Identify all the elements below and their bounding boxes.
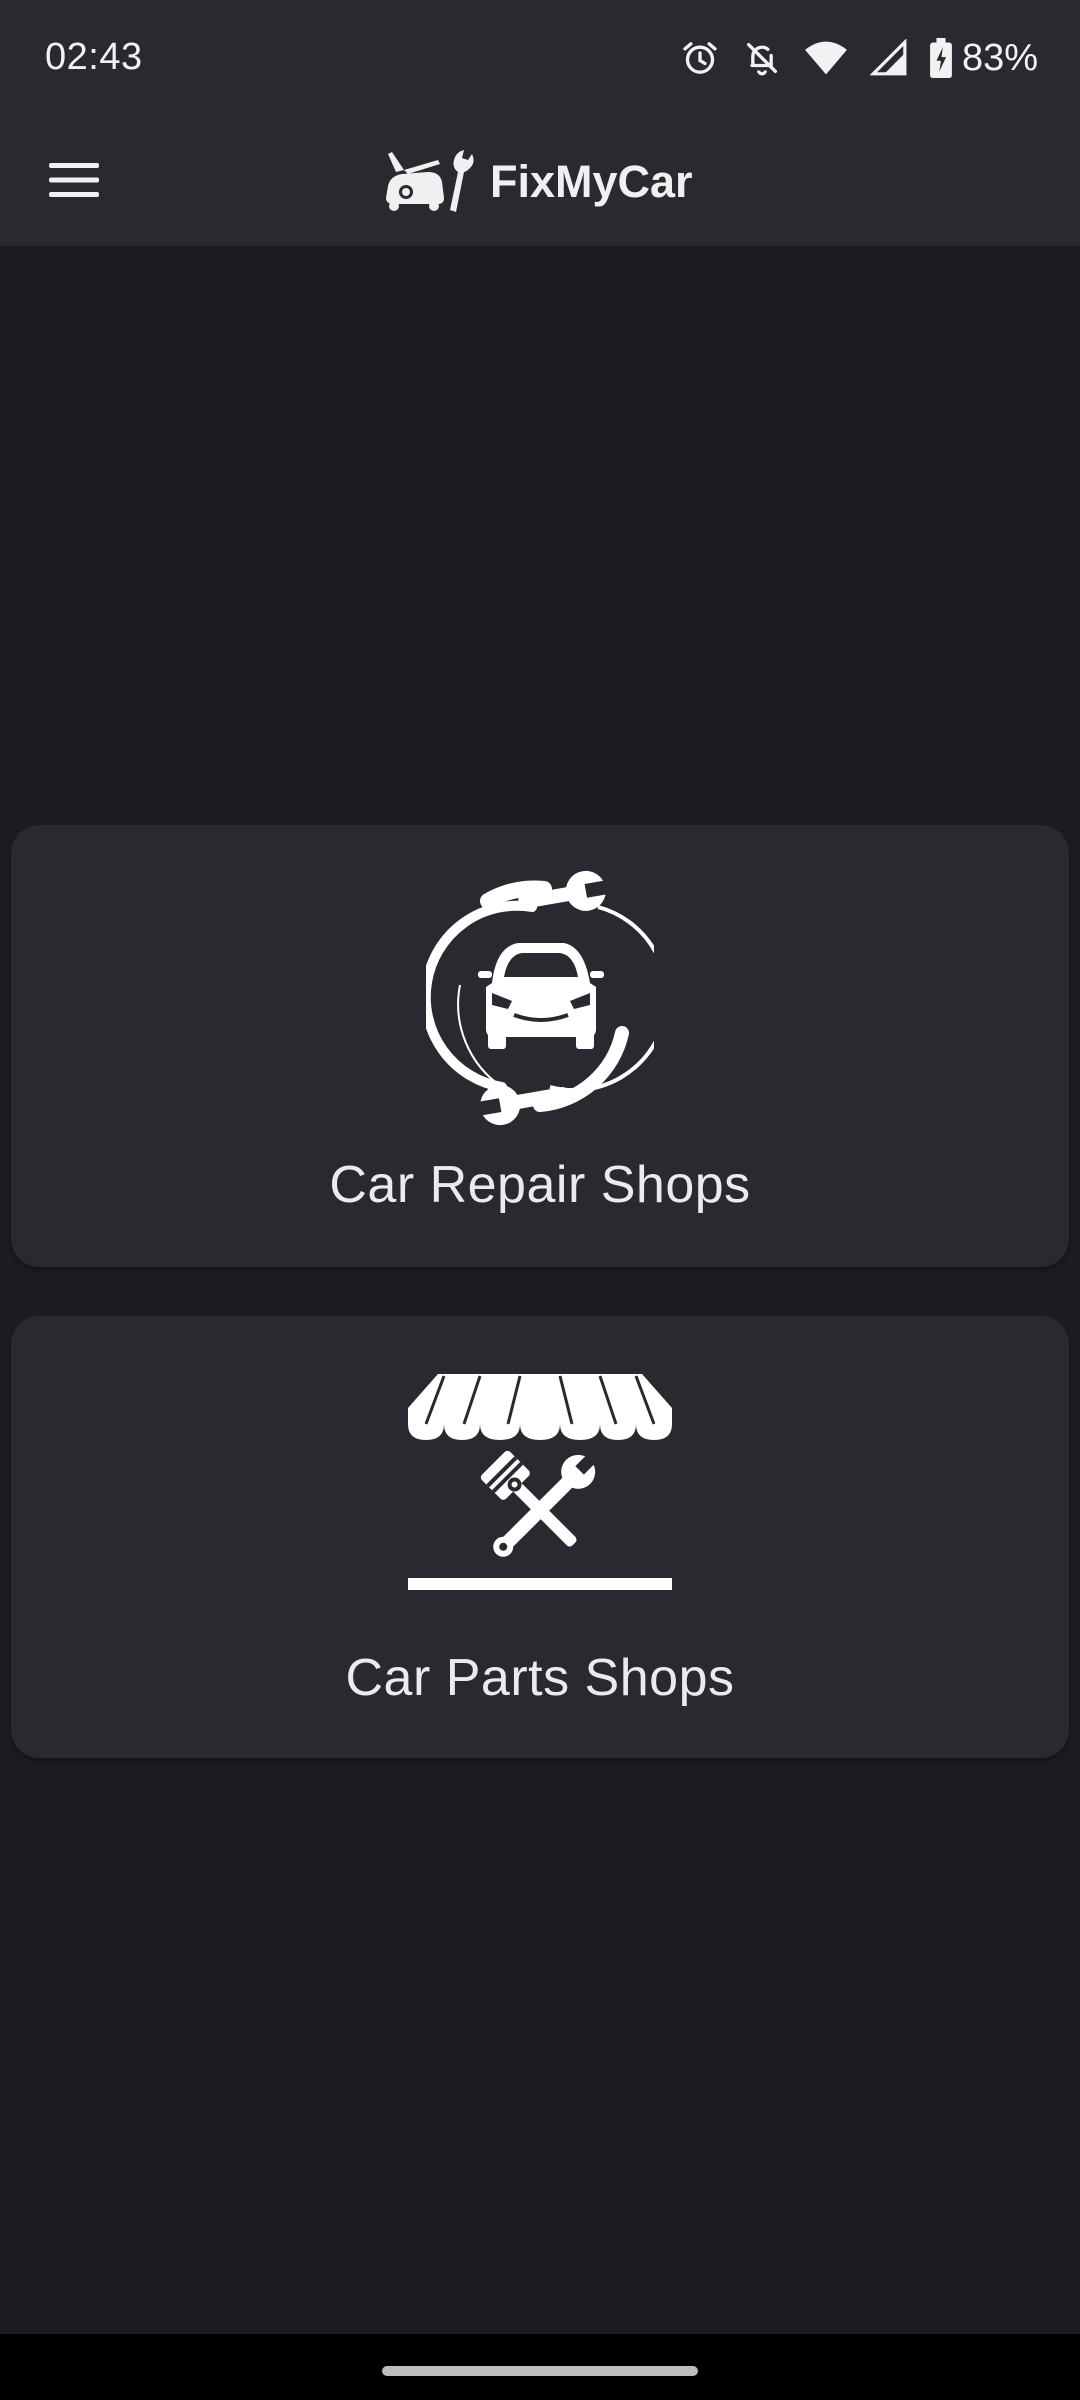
car-parts-shops-label: Car Parts Shops	[345, 1649, 735, 1707]
hamburger-menu-icon	[49, 162, 99, 203]
status-icons: 83%	[680, 34, 1038, 82]
wifi-icon	[804, 38, 848, 78]
navigation-bar	[0, 2334, 1080, 2400]
alarm-icon	[680, 38, 720, 78]
app-title: FixMyCar	[490, 156, 693, 207]
car-repair-shops-label: Car Repair Shops	[329, 1156, 751, 1214]
battery-charging-icon	[930, 38, 952, 78]
car-repair-icon	[420, 865, 670, 1134]
car-parts-shops-card[interactable]: Car Parts Shops	[11, 1316, 1069, 1758]
battery-percent: 83%	[961, 36, 1038, 79]
cell-signal-icon	[869, 39, 908, 77]
home-gesture-handle[interactable]	[382, 2366, 698, 2376]
status-time: 02:43	[45, 36, 143, 78]
status-bar: 02:43 83%	[0, 0, 1080, 118]
main-content: Car Repair Shops Car Parts Shops	[0, 246, 1080, 2334]
car-wrench-logo-icon	[382, 146, 474, 219]
menu-button[interactable]	[40, 148, 108, 216]
car-repair-shops-card[interactable]: Car Repair Shops	[11, 825, 1069, 1267]
notifications-off-icon	[742, 38, 782, 78]
app-bar: FixMyCar	[0, 118, 1080, 246]
car-parts-shop-icon	[408, 1374, 672, 1597]
app-brand: FixMyCar	[382, 136, 693, 228]
